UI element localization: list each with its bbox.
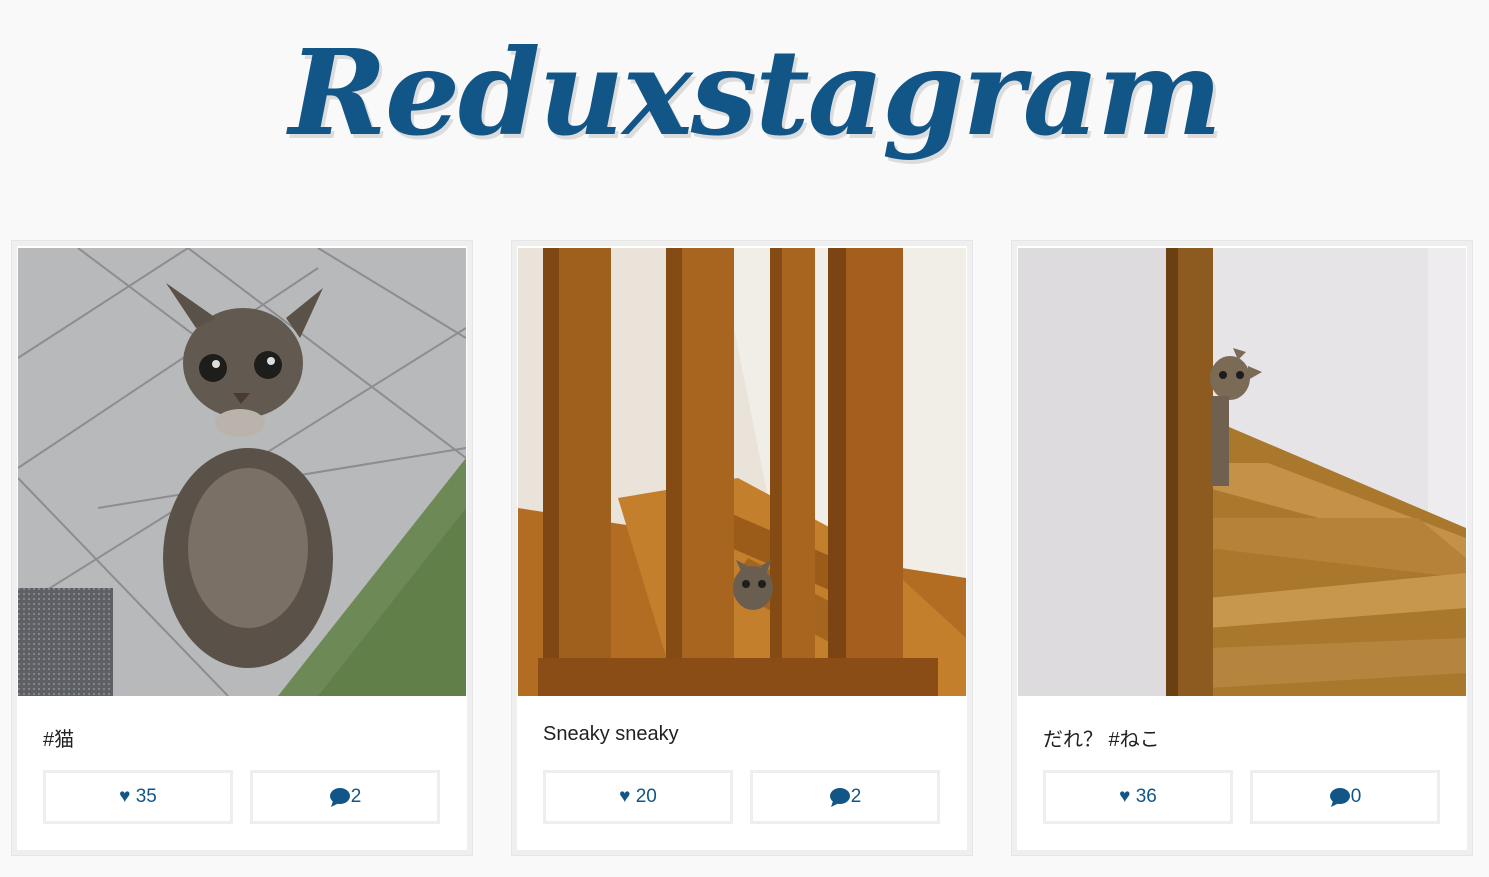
photo-link[interactable] — [518, 248, 966, 696]
comments-button[interactable]: 2 — [750, 770, 940, 824]
comments-count: 0 — [1350, 786, 1362, 807]
photo-card: #猫 ♥ 35 2 — [11, 240, 473, 856]
comments-button[interactable]: 2 — [250, 770, 440, 824]
like-button[interactable]: ♥ 35 — [43, 770, 233, 824]
post-caption: #猫 — [43, 729, 75, 751]
comment-bubble-icon — [1329, 788, 1350, 807]
post-photo-cat-on-tiles — [18, 248, 466, 696]
like-button[interactable]: ♥ 36 — [1043, 770, 1233, 824]
site-header: Reduxstagram — [0, 18, 1489, 233]
comments-button[interactable]: 0 — [1250, 770, 1440, 824]
post-photo-cat-peeking-on-stairs — [1018, 248, 1466, 696]
comment-bubble-icon — [329, 788, 350, 807]
post-caption: だれ？ #ねこ — [1043, 729, 1160, 751]
photo-link[interactable] — [18, 248, 466, 696]
comments-count: 2 — [850, 786, 862, 807]
like-button[interactable]: ♥ 20 — [543, 770, 733, 824]
photo-card: Sneaky sneaky ♥ 20 2 — [511, 240, 973, 856]
photo-card: だれ？ #ねこ ♥ 36 0 — [1011, 240, 1473, 856]
post-caption: Sneaky sneaky — [543, 723, 679, 745]
post-photo-cat-behind-stair-bars — [518, 248, 966, 696]
app-logo-title[interactable]: Reduxstagram — [269, 18, 1222, 233]
comments-count: 2 — [350, 786, 362, 807]
photo-grid: #猫 ♥ 35 2 Sneaky sneaky ♥ 20 2 だれ？ #ねこ ♥… — [11, 240, 1473, 857]
likes-count: ♥ 20 — [619, 786, 657, 807]
comment-bubble-icon — [829, 788, 850, 807]
photo-link[interactable] — [1018, 248, 1466, 696]
likes-count: ♥ 36 — [1119, 786, 1157, 807]
likes-count: ♥ 35 — [119, 786, 157, 807]
